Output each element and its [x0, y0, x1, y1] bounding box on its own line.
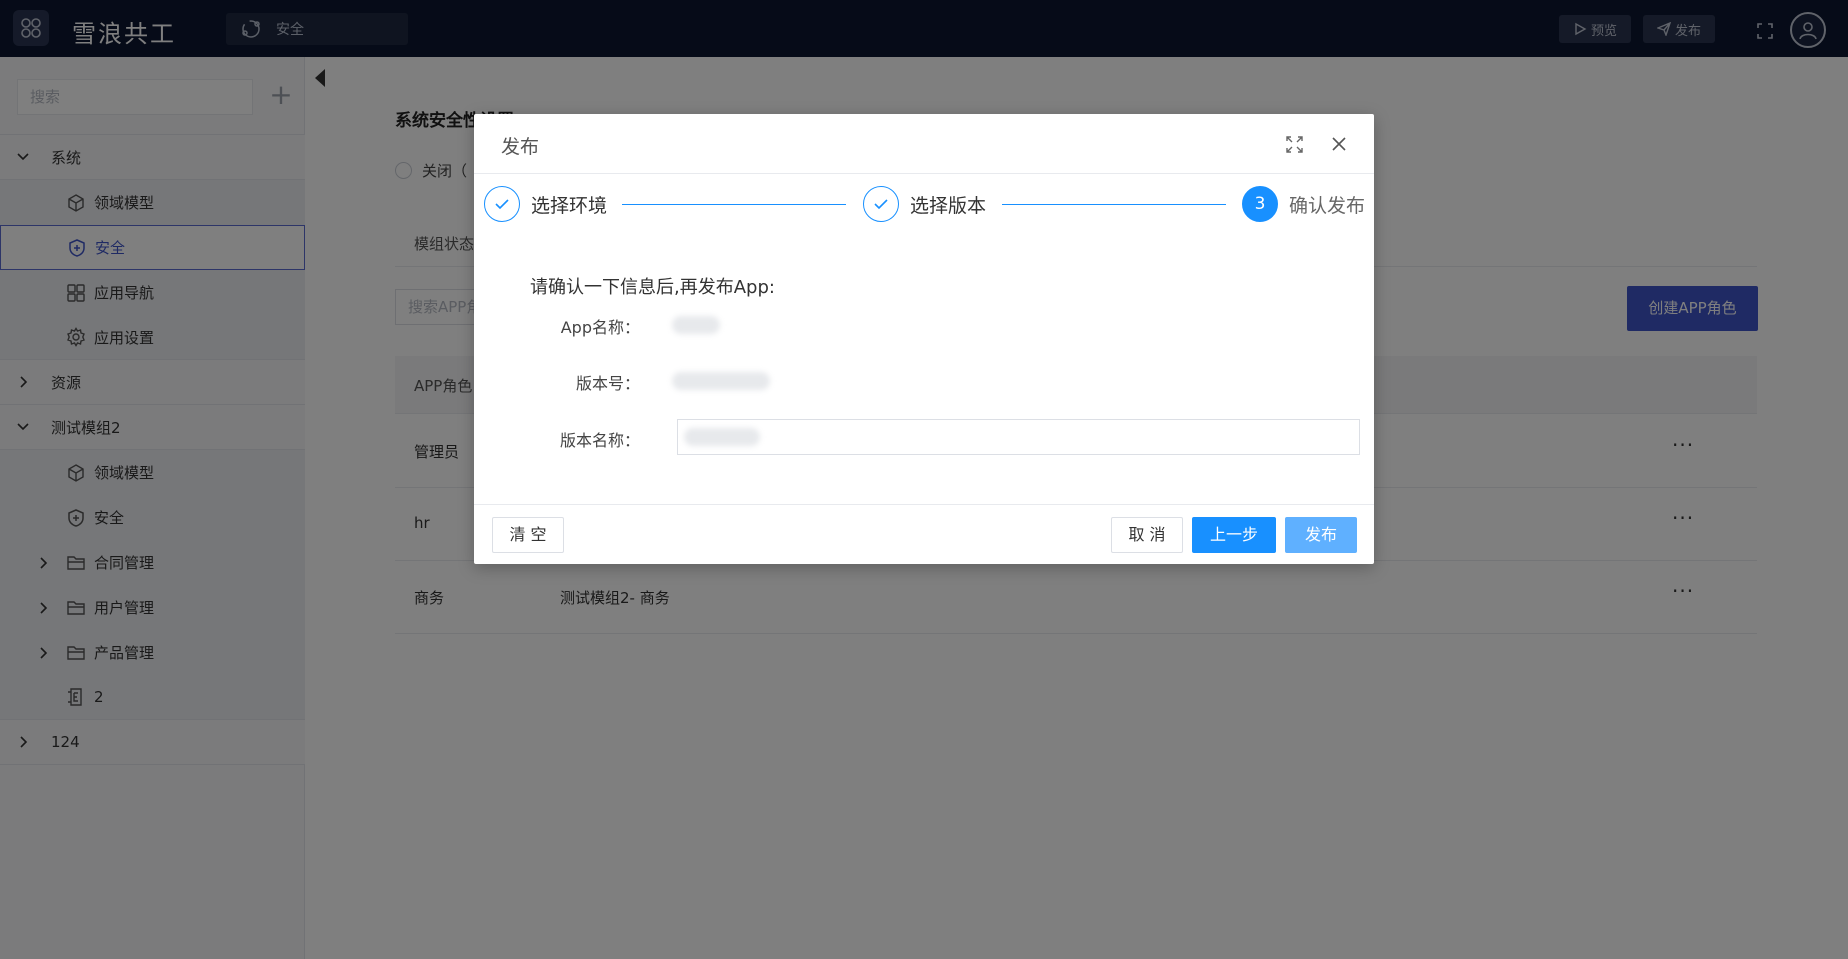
step-connector	[1002, 204, 1226, 205]
dialog-title: 发布	[501, 136, 540, 158]
close-icon[interactable]	[1329, 134, 1349, 154]
step-select-version: 选择版本	[863, 186, 986, 222]
version-value	[672, 372, 770, 390]
step-connector	[622, 204, 846, 205]
confirm-prompt: 请确认一下信息后,再发布App:	[530, 277, 775, 298]
step-label: 确认发布	[1289, 194, 1366, 217]
publish-dialog: 发布 选择环境 选择版本 3 确认发布 请确认一下信息后,再发布App: App…	[474, 114, 1374, 564]
step-confirm-publish: 3 确认发布	[1242, 186, 1365, 222]
dialog-header: 发布	[474, 114, 1374, 174]
app-name-value	[672, 316, 720, 334]
app-name-label: App名称：	[560, 318, 640, 337]
step-done-icon	[863, 186, 899, 222]
step-label: 选择版本	[910, 194, 987, 217]
publish-button[interactable]: 发布	[1285, 517, 1357, 553]
version-name-value	[684, 428, 760, 446]
clear-button[interactable]: 清 空	[492, 517, 564, 553]
maximize-icon[interactable]	[1286, 136, 1303, 153]
step-number: 3	[1242, 186, 1278, 222]
dialog-footer: 清 空 取 消 上一步 发布	[474, 504, 1374, 564]
step-done-icon	[484, 186, 520, 222]
version-name-input[interactable]	[677, 419, 1360, 455]
step-select-env: 选择环境	[484, 186, 607, 222]
version-label: 版本号：	[575, 374, 640, 393]
step-label: 选择环境	[531, 194, 608, 217]
version-name-label: 版本名称：	[559, 431, 640, 450]
cancel-button[interactable]: 取 消	[1111, 517, 1183, 553]
previous-step-button[interactable]: 上一步	[1192, 517, 1276, 553]
